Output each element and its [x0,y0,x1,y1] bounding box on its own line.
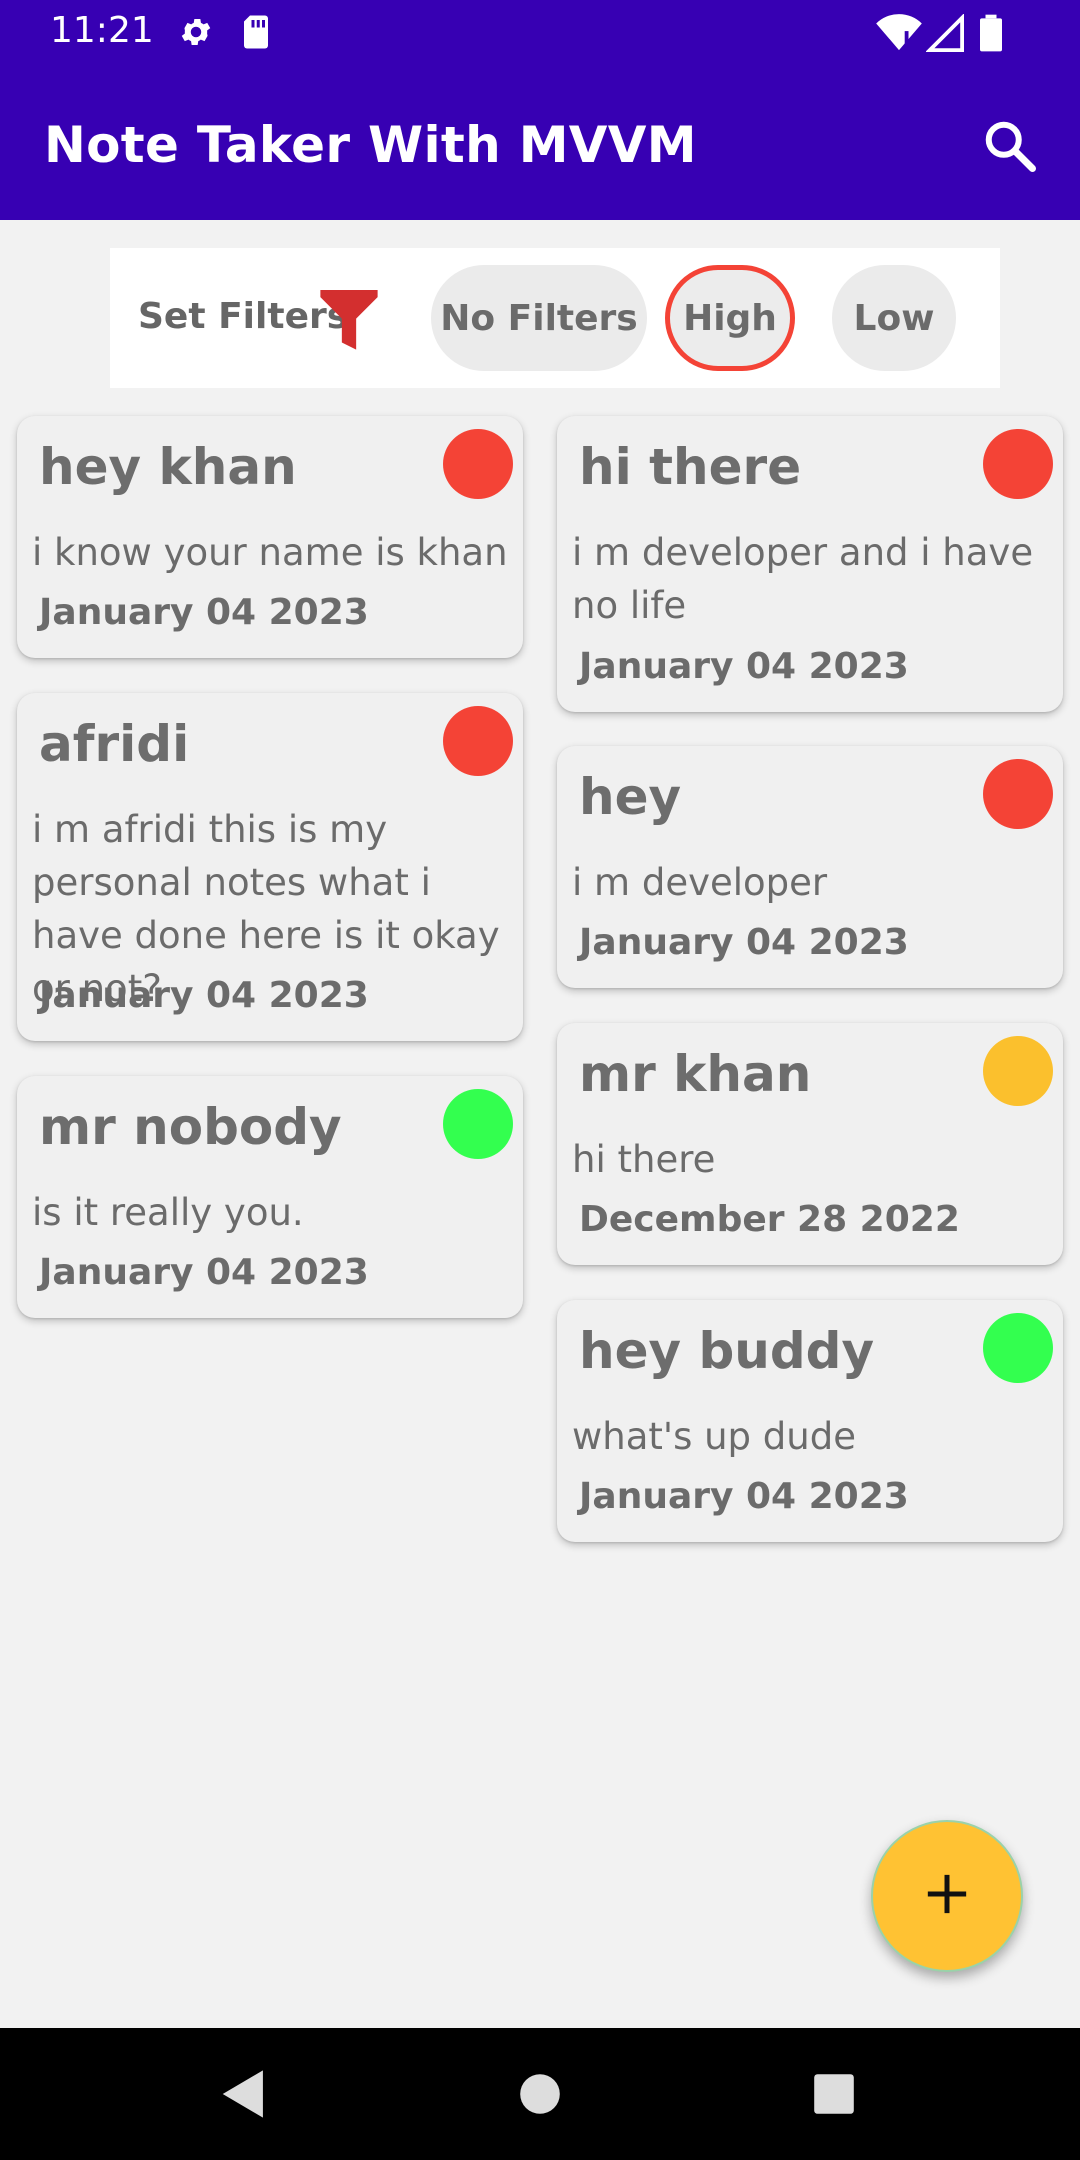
note-date: January 04 2023 [39,975,369,1016]
note-title: hey buddy [579,1322,875,1380]
filter-label: Set Filters [138,296,349,337]
recents-icon[interactable] [812,2068,856,2124]
note-body: i m developer and i have no life [572,531,1034,627]
priority-high-dot [983,759,1053,829]
priority-low-dot [983,1313,1053,1383]
note-card[interactable]: hi there i m developer and i have no lif… [557,416,1063,712]
battery-icon [980,14,1002,56]
wifi-icon [876,14,922,56]
add-note-button[interactable] [871,1820,1023,1972]
note-title: hey [579,768,682,826]
note-date: January 04 2023 [39,592,369,633]
note-body: i know your name is khan [32,531,508,574]
chip-label: High [683,297,777,339]
priority-high-dot [443,706,513,776]
note-date: January 04 2023 [39,1252,369,1293]
note-card[interactable]: hey buddy what's up dude January 04 2023 [557,1300,1063,1542]
app-bar: Note Taker With MVVM [0,66,1080,220]
note-card[interactable]: mr khan hi there December 28 2022 [557,1023,1063,1265]
signal-icon [925,13,964,56]
note-card[interactable]: hey khan i know your name is khan Januar… [17,416,523,658]
note-title: mr khan [579,1045,812,1103]
note-date: January 04 2023 [579,922,909,963]
plus-icon [924,1871,970,1921]
status-bar: 11:21 [0,0,1080,66]
chip-no-filters[interactable]: No Filters [431,265,647,371]
note-body: is it really you. [32,1191,304,1234]
priority-high-dot [443,429,513,499]
filter-bar: Set Filters No Filters High Low [110,248,1000,388]
priority-high-dot [983,429,1053,499]
note-title: afridi [39,715,190,773]
note-title: hi there [579,438,802,496]
priority-medium-dot [983,1036,1053,1106]
back-icon[interactable] [220,2068,268,2124]
note-body: hi there [572,1138,716,1181]
funnel-icon[interactable] [320,290,378,356]
chip-label: No Filters [440,297,638,339]
chip-low[interactable]: Low [832,265,956,371]
note-title: mr nobody [39,1098,342,1156]
search-icon[interactable] [980,116,1040,176]
settings-icon [178,14,214,54]
chip-high[interactable]: High [665,265,795,371]
note-body: i m developer [572,861,828,904]
app-title: Note Taker With MVVM [44,116,697,174]
note-date: December 28 2022 [579,1199,960,1240]
note-date: January 04 2023 [579,1476,909,1517]
note-date: January 04 2023 [579,646,909,687]
status-time: 11:21 [50,10,154,51]
note-card[interactable]: mr nobody is it really you. January 04 2… [17,1076,523,1318]
note-card[interactable]: afridi i m afridi this is my personal no… [17,693,523,1041]
navigation-bar [0,2028,1080,2160]
note-card[interactable]: hey i m developer January 04 2023 [557,746,1063,988]
chip-label: Low [853,297,935,339]
sd-card-icon [240,14,272,54]
note-body: what's up dude [572,1415,856,1458]
priority-low-dot [443,1089,513,1159]
home-icon[interactable] [518,2068,562,2124]
note-title: hey khan [39,438,297,496]
